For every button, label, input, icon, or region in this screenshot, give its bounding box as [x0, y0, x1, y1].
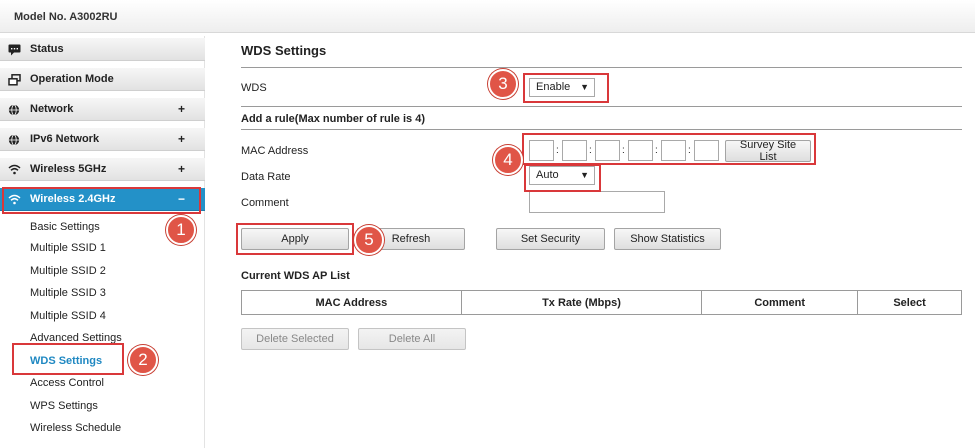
menu-ipv6-network[interactable]: IPv6 Network +	[0, 128, 205, 151]
list-heading: Current WDS AP List	[241, 270, 350, 282]
highlight-wds-select	[523, 73, 609, 103]
column-comment: Comment	[701, 290, 859, 315]
expand-icon[interactable]: +	[178, 132, 185, 146]
submenu-access-control[interactable]: Access Control	[30, 377, 104, 389]
mac-address-label: MAC Address	[241, 145, 309, 157]
step-badge-1: 1	[166, 215, 196, 245]
menu-status-label: Status	[30, 43, 64, 55]
comment-label: Comment	[241, 197, 289, 209]
menu-ipv6-network-label: IPv6 Network	[30, 133, 100, 145]
top-bar: Model No. A3002RU	[0, 0, 975, 33]
submenu-wireless-schedule[interactable]: Wireless Schedule	[30, 422, 121, 434]
menu-wireless-5ghz[interactable]: Wireless 5GHz +	[0, 158, 205, 181]
column-mac-address: MAC Address	[241, 290, 462, 315]
expand-icon[interactable]: +	[178, 102, 185, 116]
delete-all-button[interactable]: Delete All	[358, 328, 466, 350]
step-badge-3: 3	[488, 69, 518, 99]
submenu-multiple-ssid-4[interactable]: Multiple SSID 4	[30, 310, 106, 322]
menu-network[interactable]: Network +	[0, 98, 205, 121]
operation-mode-icon	[7, 73, 21, 86]
step-badge-5: 5	[354, 225, 384, 255]
highlight-wds-settings	[12, 343, 124, 375]
highlight-mac-address	[522, 133, 816, 165]
divider	[241, 67, 962, 68]
globe-icon	[7, 103, 21, 116]
highlight-apply-button	[236, 223, 354, 255]
comment-input[interactable]	[529, 191, 665, 213]
table-header-row: MAC Address Tx Rate (Mbps) Comment Selec…	[241, 290, 962, 315]
rule-heading: Add a rule(Max number of rule is 4)	[241, 113, 425, 125]
submenu-multiple-ssid-3[interactable]: Multiple SSID 3	[30, 287, 106, 299]
submenu-multiple-ssid-1[interactable]: Multiple SSID 1	[30, 242, 106, 254]
column-select: Select	[857, 290, 962, 315]
highlight-data-rate	[524, 164, 601, 192]
submenu-basic-settings[interactable]: Basic Settings	[30, 221, 100, 233]
globe-icon	[7, 133, 21, 146]
step-badge-2: 2	[128, 345, 158, 375]
delete-selected-button[interactable]: Delete Selected	[241, 328, 349, 350]
show-statistics-button[interactable]: Show Statistics	[614, 228, 721, 250]
divider	[241, 129, 962, 130]
set-security-button[interactable]: Set Security	[496, 228, 605, 250]
wds-label: WDS	[241, 82, 267, 94]
submenu-wps-settings[interactable]: WPS Settings	[30, 400, 98, 412]
menu-network-label: Network	[30, 103, 74, 115]
status-icon	[7, 43, 21, 56]
menu-operation-mode[interactable]: Operation Mode	[0, 68, 205, 91]
expand-icon[interactable]: +	[178, 162, 185, 176]
divider	[241, 106, 962, 107]
page-title: WDS Settings	[241, 43, 327, 58]
menu-wireless-5ghz-label: Wireless 5GHz	[30, 163, 107, 175]
wds-ap-table: MAC Address Tx Rate (Mbps) Comment Selec…	[241, 290, 962, 315]
wifi-icon	[7, 163, 21, 176]
data-rate-label: Data Rate	[241, 171, 291, 183]
column-tx-rate: Tx Rate (Mbps)	[460, 290, 703, 315]
highlight-wireless-24ghz	[2, 187, 201, 214]
menu-operation-mode-label: Operation Mode	[30, 73, 114, 85]
submenu-multiple-ssid-2[interactable]: Multiple SSID 2	[30, 265, 106, 277]
model-number: Model No. A3002RU	[14, 11, 118, 23]
menu-status[interactable]: Status	[0, 38, 205, 61]
step-badge-4: 4	[493, 145, 523, 175]
